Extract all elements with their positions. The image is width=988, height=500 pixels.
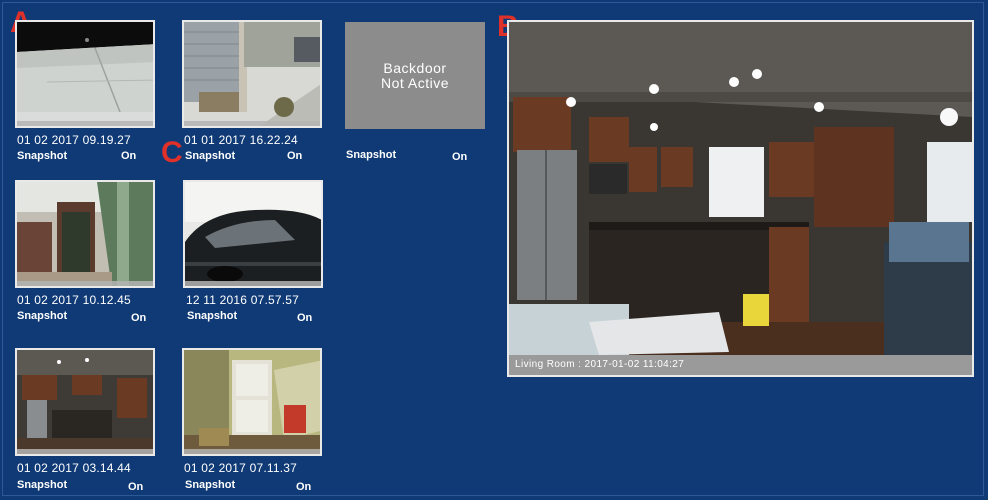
camera-osd-bar xyxy=(184,121,320,126)
marker-c: C xyxy=(161,136,183,169)
camera-osd-bar xyxy=(184,449,320,454)
camera-osd-bar xyxy=(185,281,321,286)
snapshot-link[interactable]: Snapshot xyxy=(185,150,235,162)
garage-scene xyxy=(185,182,321,286)
snapshot-link[interactable]: Snapshot xyxy=(346,149,396,161)
camera-thumbnail-hallway[interactable] xyxy=(182,348,322,456)
camera-osd-bar xyxy=(17,121,153,126)
camera-thumbnail-porch[interactable] xyxy=(182,20,322,128)
deck-scene xyxy=(17,182,153,286)
camera-osd-bar xyxy=(17,281,153,286)
hallway-scene xyxy=(184,350,320,454)
camera-timestamp: 01 02 2017 10.12.45 xyxy=(17,293,131,307)
snapshot-link[interactable]: Snapshot xyxy=(185,479,235,491)
camera-status-toggle[interactable]: On xyxy=(452,151,467,163)
snapshot-link[interactable]: Snapshot xyxy=(17,479,67,491)
camera-osd-bar xyxy=(17,449,153,454)
camera-status-toggle[interactable]: On xyxy=(297,312,312,324)
snapshot-link[interactable]: Snapshot xyxy=(17,150,67,162)
camera-inactive-backdoor[interactable]: Backdoor Not Active xyxy=(345,22,485,129)
camera-timestamp: 01 02 2017 03.14.44 xyxy=(17,461,131,475)
inactive-status: Not Active xyxy=(380,74,450,91)
snapshot-link[interactable]: Snapshot xyxy=(17,310,67,322)
inactive-title: Backdoor xyxy=(383,59,447,76)
camera-timestamp: 01 02 2017 09.19.27 xyxy=(17,133,131,147)
driveway-scene xyxy=(17,22,153,126)
main-camera-view[interactable]: Living Room : 2017-01-02 11:04:27 xyxy=(507,20,974,377)
kitchen-small-scene xyxy=(17,350,153,454)
camera-thumbnail-driveway[interactable] xyxy=(15,20,155,128)
camera-status-toggle[interactable]: On xyxy=(287,150,302,162)
camera-status-toggle[interactable]: On xyxy=(296,481,311,493)
main-view-caption: Living Room : 2017-01-02 11:04:27 xyxy=(509,355,972,375)
camera-status-toggle[interactable]: On xyxy=(121,150,136,162)
porch-scene xyxy=(184,22,320,126)
living-room-scene xyxy=(509,22,972,355)
camera-thumbnail-deck[interactable] xyxy=(15,180,155,288)
camera-timestamp: 01 02 2017 07.11.37 xyxy=(184,461,298,475)
camera-timestamp: 12 11 2016 07.57.57 xyxy=(186,293,300,307)
camera-thumbnail-garage[interactable] xyxy=(183,180,323,288)
camera-thumbnail-kitchen[interactable] xyxy=(15,348,155,456)
snapshot-link[interactable]: Snapshot xyxy=(187,310,237,322)
camera-status-toggle[interactable]: On xyxy=(131,312,146,324)
camera-status-toggle[interactable]: On xyxy=(128,481,143,493)
camera-timestamp: 01 01 2017 16.22.24 xyxy=(184,133,298,147)
